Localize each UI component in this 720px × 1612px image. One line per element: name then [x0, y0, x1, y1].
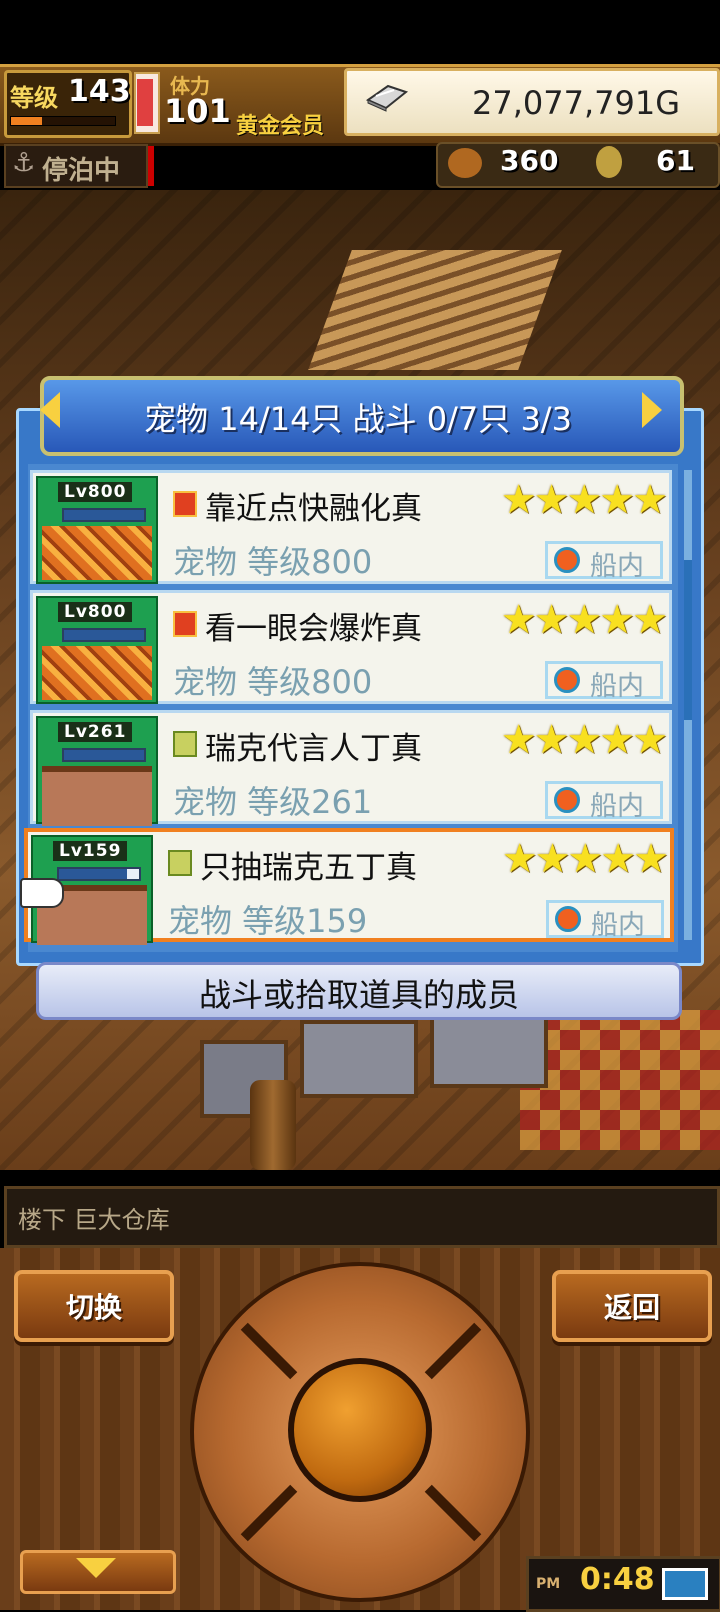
dpad-center-button[interactable]: [288, 1358, 432, 1502]
dock-status-text: 停泊中: [42, 156, 121, 186]
checkered-floor: [520, 1010, 720, 1150]
location-tag: 船内: [545, 781, 663, 822]
pet-row[interactable]: Lv800 看一眼会爆炸真 ★★★★★ 宠物 等级800 船内: [30, 590, 672, 704]
medal-icon: [596, 146, 622, 178]
silver-ingot-icon: [365, 84, 409, 112]
location-pin-icon: [555, 906, 581, 932]
pet-hp-bar: [62, 748, 146, 762]
pet-row[interactable]: Lv261 瑞克代言人丁真 ★★★★★ 宠物 等级261 船内: [30, 710, 672, 826]
location-pin-icon: [554, 787, 580, 813]
dragon-portrait: [42, 646, 152, 700]
scrollbar-thumb[interactable]: [684, 560, 692, 720]
pet-level-text: 宠物 等级800: [173, 663, 373, 701]
location-text: 船内: [590, 671, 644, 702]
location-bar-text: 楼下 巨大仓库: [18, 1206, 170, 1234]
pet-level-badge: Lv800: [58, 482, 133, 502]
gold-value: 27,077,791G: [471, 84, 680, 122]
status-bar: [0, 0, 720, 64]
vip-label: 黄金会员: [236, 114, 325, 139]
stamina-value: 101: [164, 92, 231, 130]
pet-row[interactable]: Lv800 靠近点快融化真 ★★★★★ 宠物 等级800 船内: [30, 470, 672, 584]
food-icon: [448, 148, 482, 178]
fire-element-icon: [173, 491, 197, 517]
pet-thumbnail: Lv800: [36, 476, 158, 584]
pet-name: 靠近点快融化真: [205, 491, 422, 527]
rarity-stars: ★★★★★: [501, 836, 669, 882]
pet-level-text: 宠物 等级261: [173, 783, 373, 821]
pet-name: 瑞克代言人丁真: [205, 731, 422, 767]
battle-members-label: 战斗或拾取道具的成员: [198, 976, 519, 1014]
hp-gauge-fill: [137, 78, 153, 126]
pet-level-text: 宠物 等级800: [173, 543, 373, 581]
pet-hp-fill: [59, 869, 127, 879]
wind-element-icon: [168, 850, 192, 876]
fire-element-icon: [173, 611, 197, 637]
bed: [300, 1020, 418, 1098]
rarity-stars: ★★★★★: [500, 717, 668, 763]
back-button-label[interactable]: 返回: [552, 1286, 712, 1326]
pet-level-badge: Lv159: [53, 841, 128, 861]
pet-hp-fill: [64, 630, 144, 640]
dragon-portrait: [42, 526, 152, 580]
pet-hp-bar: [62, 628, 146, 642]
barrel: [250, 1080, 296, 1170]
rarity-stars: ★★★★★: [500, 477, 668, 523]
pointing-hand-icon: [20, 878, 64, 908]
food-value: 360: [500, 144, 559, 177]
pet-thumbnail: Lv261: [36, 716, 158, 826]
location-text: 船内: [590, 791, 644, 822]
pet-name: 只抽瑞克五丁真: [200, 850, 417, 886]
location-tag: 船内: [545, 541, 663, 582]
pet-hp-fill: [64, 750, 144, 760]
pet-level-badge: Lv261: [58, 722, 133, 742]
dock-indicator: [148, 146, 154, 186]
rarity-stars: ★★★★★: [500, 597, 668, 643]
bed: [430, 1010, 548, 1088]
level-label: 等级: [10, 84, 58, 112]
clock-time: 0:48: [580, 1562, 655, 1597]
medal-value: 61: [656, 144, 695, 177]
stairs: [308, 250, 562, 370]
panel-header-text: 宠物 14/14只 战斗 0/7只 3/3: [144, 400, 572, 438]
face-portrait: [42, 766, 152, 826]
switch-button-label[interactable]: 切换: [14, 1286, 174, 1326]
location-pin-icon: [554, 667, 580, 693]
pet-name: 看一眼会爆炸真: [205, 611, 422, 647]
wind-element-icon: [173, 731, 197, 757]
level-value: 143: [68, 74, 131, 109]
location-pin-icon: [554, 547, 580, 573]
pet-hp-bar: [57, 867, 141, 881]
pet-hp-fill: [64, 510, 144, 520]
pet-thumbnail: Lv800: [36, 596, 158, 704]
pet-row-selected[interactable]: Lv159 只抽瑞克五丁真 ★★★★★ 宠物 等级159 船内: [24, 828, 674, 945]
exp-bar-fill: [11, 117, 42, 125]
clock-ampm: PM: [536, 1576, 561, 1592]
location-tag: 船内: [545, 661, 663, 702]
pet-level-text: 宠物 等级159: [168, 902, 368, 940]
down-arrow-icon: [76, 1558, 116, 1578]
location-tag: 船内: [546, 900, 664, 941]
anchor-icon: ⚓: [12, 148, 36, 178]
pet-hp-bar: [62, 508, 146, 522]
battery-icon: [662, 1568, 708, 1600]
location-text: 船内: [590, 551, 644, 582]
location-text: 船内: [591, 910, 645, 941]
pet-level-badge: Lv800: [58, 602, 133, 622]
